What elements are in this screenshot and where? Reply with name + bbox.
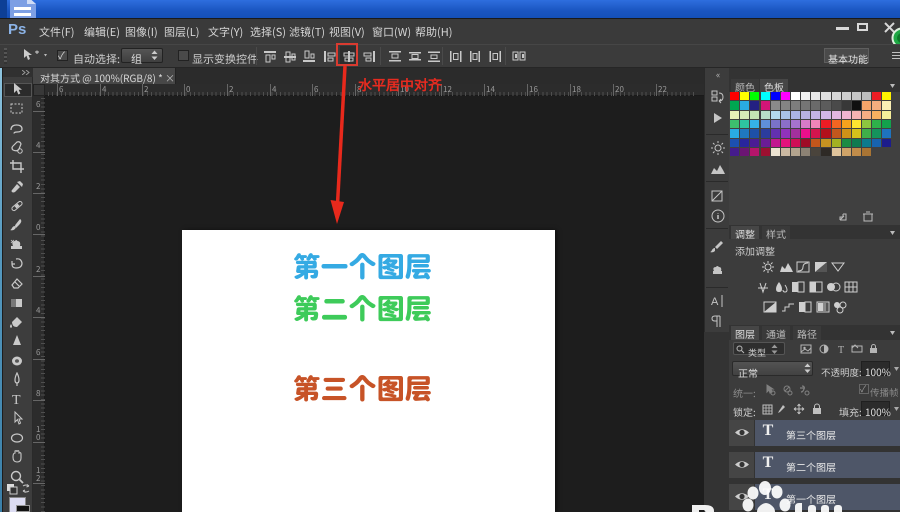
- svg-text:A: A: [711, 296, 719, 308]
- svg-text:T: T: [12, 393, 21, 406]
- svg-text:T: T: [838, 345, 844, 355]
